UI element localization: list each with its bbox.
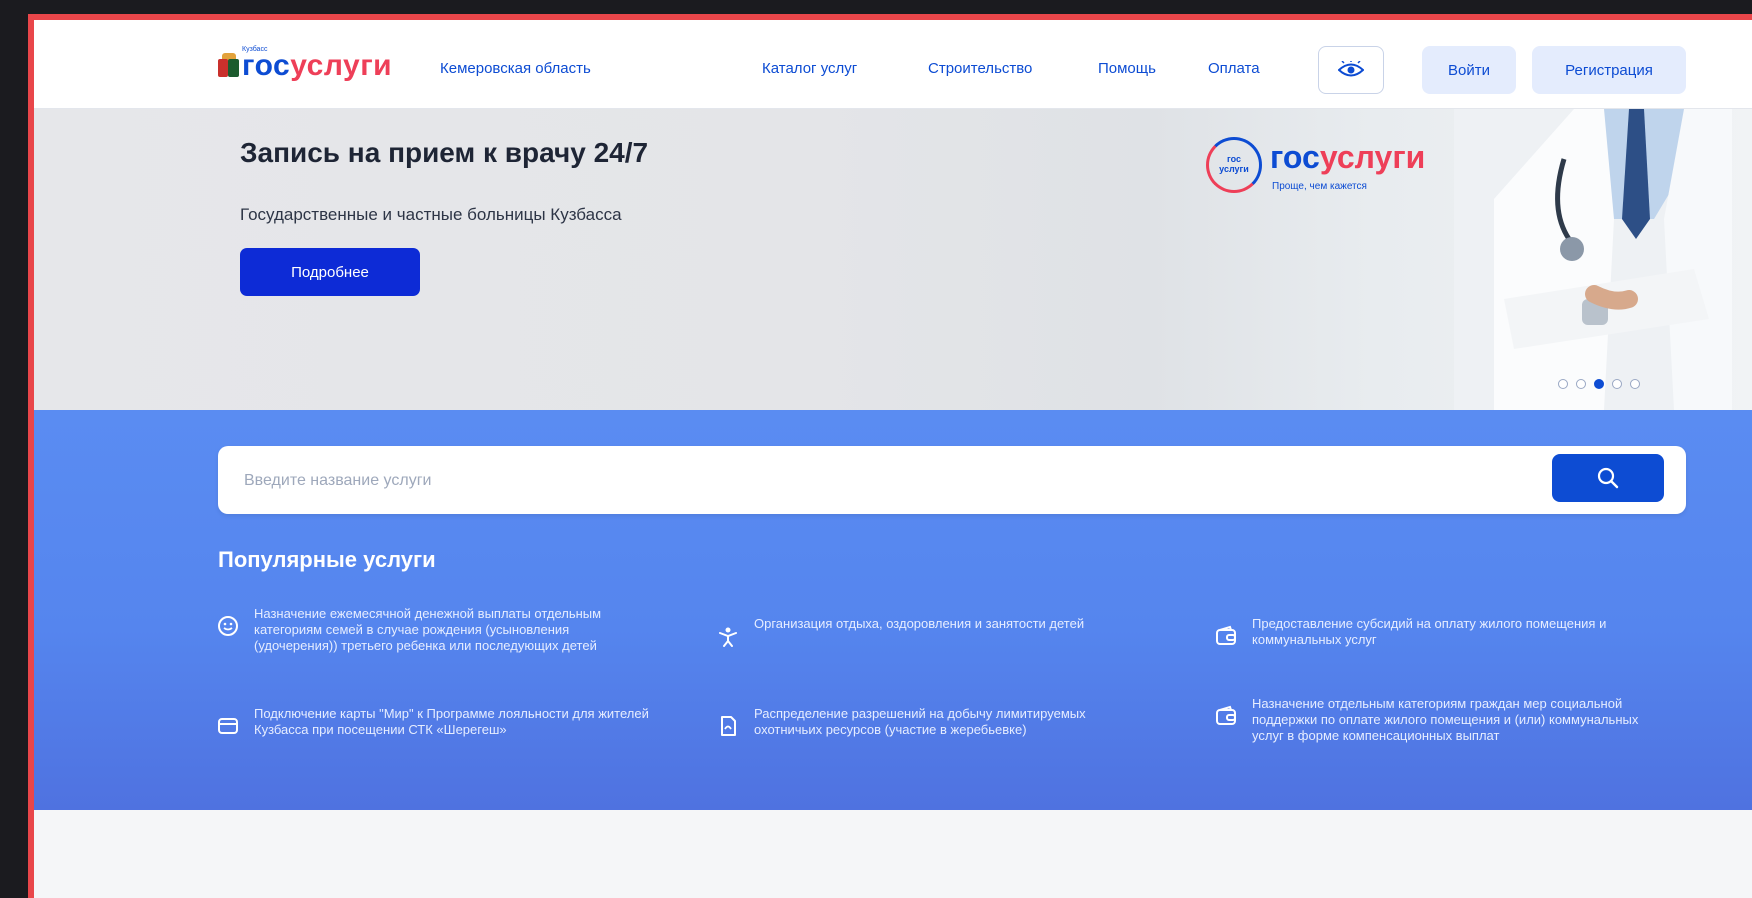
carousel-dot-5[interactable] xyxy=(1630,379,1640,389)
service-label: Распределение разрешений на добычу лимит… xyxy=(754,706,1086,737)
hero-gosuslugi-logo: гос услуги госуслуги Проще, чем кажется xyxy=(1206,137,1432,205)
popular-services-title: Популярные услуги xyxy=(218,547,436,572)
doctor-illustration xyxy=(1454,109,1732,410)
nav-help[interactable]: Помощь xyxy=(1098,60,1156,77)
service-label: Предоставление субсидий на оплату жилого… xyxy=(1252,616,1607,647)
services-section: Популярные услуги Назначение ежемесячной… xyxy=(34,410,1752,810)
service-label: Назначение отдельным категориям граждан … xyxy=(1252,696,1639,743)
document-icon xyxy=(721,716,736,736)
nav-catalog[interactable]: Каталог услуг xyxy=(762,60,857,77)
hero-subtitle: Государственные и частные больницы Кузба… xyxy=(240,205,622,224)
hero-more-button[interactable]: Подробнее xyxy=(240,248,420,296)
search-input[interactable] xyxy=(242,446,1406,516)
popular-service-item[interactable]: Назначение отдельным категориям граждан … xyxy=(1214,696,1654,744)
carousel-dot-1[interactable] xyxy=(1558,379,1568,389)
kuzbass-crest-icon xyxy=(218,53,240,79)
wallet-icon xyxy=(1216,705,1236,725)
nav-payment[interactable]: Оплата xyxy=(1208,60,1260,77)
carousel-dot-4[interactable] xyxy=(1612,379,1622,389)
nav-construction[interactable]: Строительство xyxy=(928,60,1032,77)
logo-region-tag: Кузбасс xyxy=(242,46,268,53)
service-label: Подключение карты "Мир" к Программе лоял… xyxy=(254,706,649,737)
popular-service-item[interactable]: Подключение карты "Мир" к Программе лоял… xyxy=(216,706,656,738)
login-button[interactable]: Войти xyxy=(1422,46,1516,94)
carousel-dots xyxy=(1558,379,1640,389)
popular-service-item[interactable]: Назначение ежемесячной денежной выплаты … xyxy=(216,606,646,654)
page: Кузбасс госуслуги Кемеровская область Ка… xyxy=(34,20,1752,898)
page-continuation xyxy=(34,810,1752,898)
hero-logo-wordmark: госуслуги xyxy=(1270,139,1426,175)
popular-service-item[interactable]: Предоставление субсидий на оплату жилого… xyxy=(1214,616,1634,648)
carousel-dot-3[interactable] xyxy=(1594,379,1604,389)
search-icon xyxy=(1597,467,1619,489)
child-icon xyxy=(719,627,737,647)
hero-banner: Запись на прием к врачу 24/7 Государстве… xyxy=(34,109,1752,410)
smile-icon xyxy=(218,616,238,636)
header: Кузбасс госуслуги Кемеровская область Ка… xyxy=(34,20,1752,109)
card-icon xyxy=(218,718,238,734)
carousel-dot-2[interactable] xyxy=(1576,379,1586,389)
hero-title: Запись на прием к врачу 24/7 xyxy=(240,137,649,168)
service-label: Назначение ежемесячной денежной выплаты … xyxy=(254,606,602,653)
gosuslugi-logo[interactable]: Кузбасс госуслуги xyxy=(218,46,393,84)
popular-service-item[interactable]: Распределение разрешений на добычу лимит… xyxy=(716,706,1136,738)
service-label: Организация отдыха, оздоровления и занят… xyxy=(754,616,1085,631)
accessibility-button[interactable] xyxy=(1318,46,1384,94)
popular-service-item[interactable]: Организация отдыха, оздоровления и занят… xyxy=(716,616,1136,648)
search-button[interactable] xyxy=(1552,454,1664,502)
region-selector[interactable]: Кемеровская область xyxy=(440,60,591,77)
wallet-icon xyxy=(1216,625,1236,645)
search-bar xyxy=(218,446,1686,516)
eye-icon xyxy=(1338,61,1364,77)
hero-logo-slogan: Проще, чем кажется xyxy=(1272,181,1367,192)
register-button[interactable]: Регистрация xyxy=(1532,46,1686,94)
logo-wordmark: госуслуги xyxy=(242,49,393,82)
screenshot-frame: Кузбасс госуслуги Кемеровская область Ка… xyxy=(28,14,1752,898)
gosuslugi-badge-icon: гос услуги xyxy=(1206,137,1262,193)
